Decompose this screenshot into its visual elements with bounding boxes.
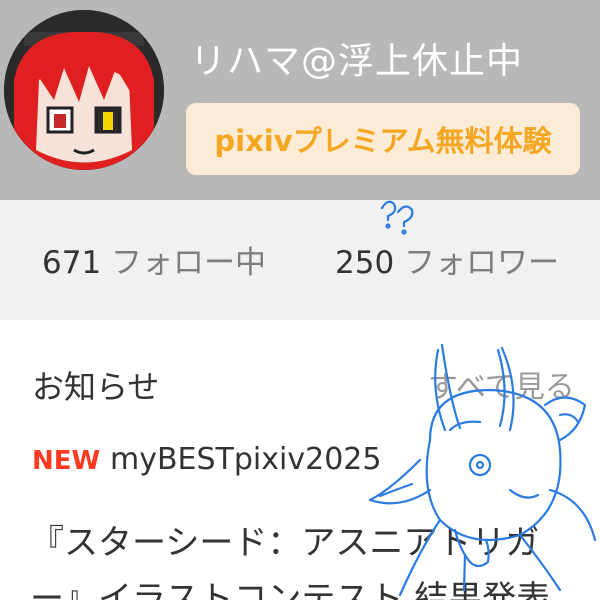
following-count: 671 <box>42 245 102 281</box>
followers-label: フォロワー <box>404 245 560 281</box>
username: リハマ@浮上休止中 <box>190 41 524 82</box>
followers-stat[interactable]: 250 フォロワー <box>335 237 559 282</box>
following-stat[interactable]: 671 フォロー中 <box>42 237 266 282</box>
see-all-link[interactable]: すべて見る <box>428 362 575 406</box>
profile-header: リハマ@浮上休止中 pixivプレミアム無料体験 <box>0 0 600 200</box>
news-headline[interactable]: myBESTpixiv2025 <box>110 442 381 477</box>
new-badge: NEW <box>32 446 101 476</box>
followers-count: 250 <box>335 245 395 281</box>
news-section-title: お知らせ <box>32 368 160 406</box>
following-label: フォロー中 <box>111 245 267 281</box>
avatar[interactable] <box>4 10 164 170</box>
avatar-image <box>4 10 164 170</box>
premium-trial-button[interactable]: pixivプレミアム無料体験 <box>186 103 580 175</box>
news-body[interactable]: 『スターシード：アスニアトリガー』イラストコンテスト 結果発表 <box>30 515 590 600</box>
